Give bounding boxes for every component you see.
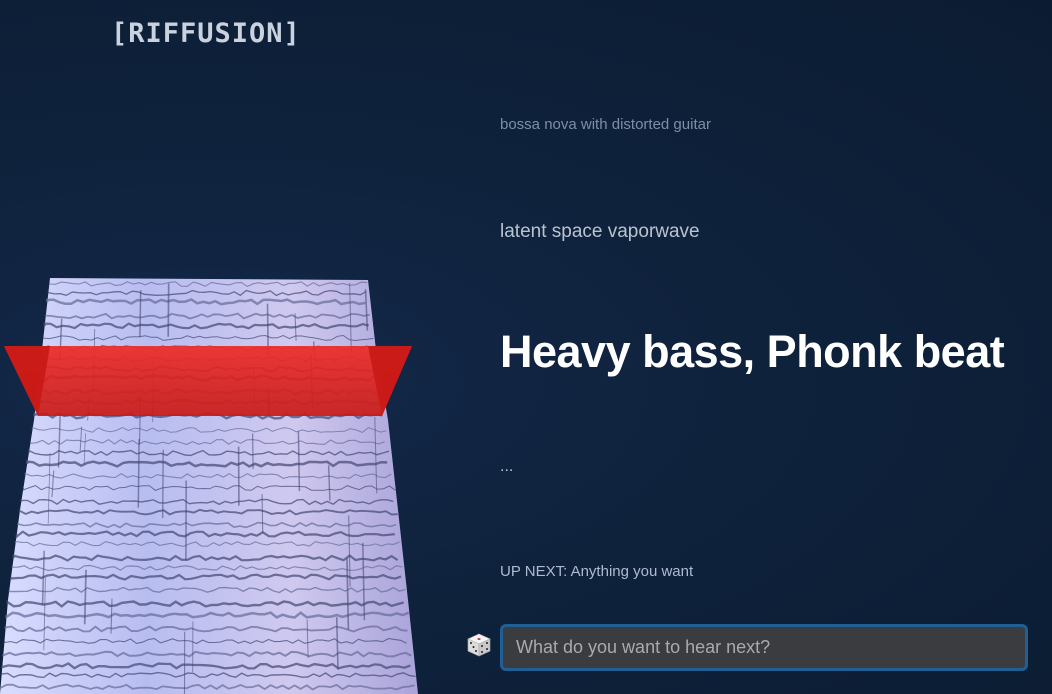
riffusion-logo[interactable]: [RIFFUSION]	[111, 18, 301, 49]
current-prompt: Heavy bass, Phonk beat	[500, 326, 1005, 377]
spectrogram-streak	[252, 433, 254, 470]
spectrogram-streak	[297, 431, 301, 492]
previous-prompt-1: latent space vaporwave	[500, 221, 700, 242]
next-prompt-ellipsis: ...	[500, 458, 514, 475]
prompt-input-container	[500, 624, 1028, 671]
spectrogram-streak	[162, 449, 164, 519]
spectrogram-streak	[137, 439, 140, 508]
up-next-label: UP NEXT: Anything you want	[500, 563, 694, 580]
previous-prompt-2: bossa nova with distorted guitar	[500, 116, 711, 133]
spectrogram-streak	[261, 494, 264, 534]
spectrogram-streak	[167, 283, 170, 337]
dice-icon[interactable]	[466, 632, 492, 658]
prompt-input[interactable]	[503, 627, 1025, 668]
playhead-band	[4, 346, 412, 416]
spectrogram-visualizer	[0, 278, 418, 694]
spectrogram-streak	[139, 290, 142, 338]
